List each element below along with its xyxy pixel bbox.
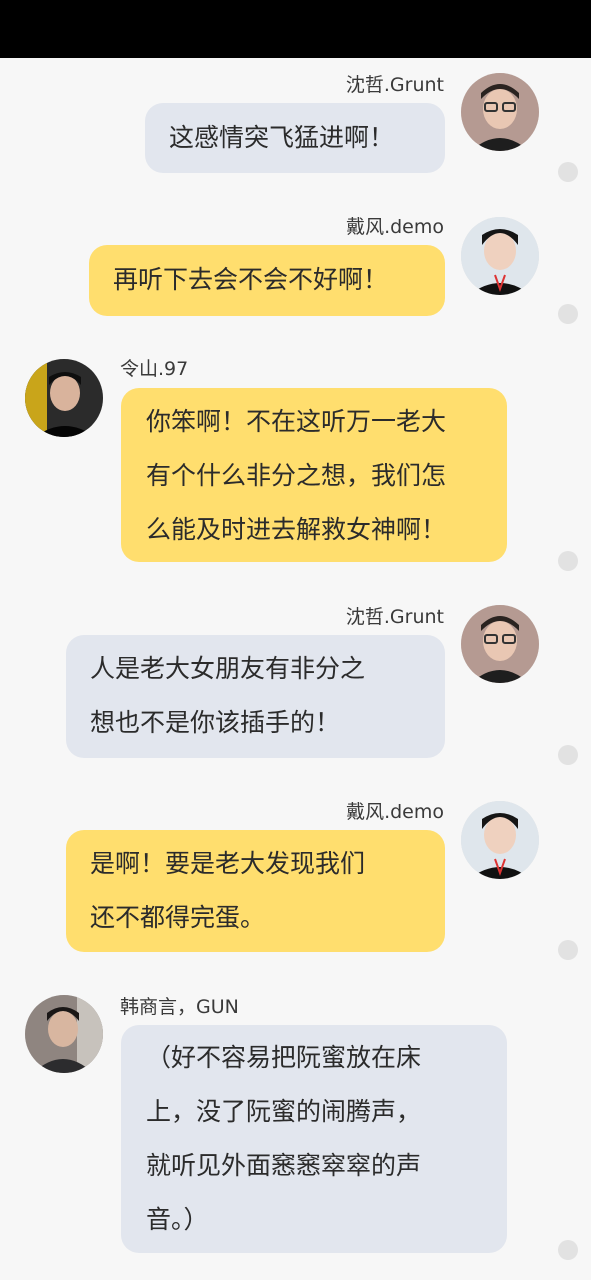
message-select-dot[interactable] xyxy=(558,1240,578,1260)
glasses-boy-avatar-icon xyxy=(461,605,539,683)
message-bubble[interactable]: 再听下去会不会不好啊！ xyxy=(89,245,445,316)
sender-name: 沈哲.Grunt xyxy=(345,74,444,96)
avatar[interactable] xyxy=(461,73,539,151)
message-select-dot[interactable] xyxy=(558,162,578,182)
jacket-boy-avatar-icon xyxy=(25,995,103,1073)
sender-name: 戴风.demo xyxy=(346,801,444,823)
avatar[interactable] xyxy=(461,217,539,295)
message-bubble[interactable]: （好不容易把阮蜜放在床 上，没了阮蜜的闹腾声， 就听见外面窸窸窣窣的声 音。） xyxy=(121,1025,507,1253)
avatar[interactable] xyxy=(461,801,539,879)
message-select-dot[interactable] xyxy=(558,551,578,571)
sender-name: 戴风.demo xyxy=(346,216,444,238)
message-select-dot[interactable] xyxy=(558,304,578,324)
avatar[interactable] xyxy=(25,359,103,437)
glasses-boy-avatar-icon xyxy=(461,73,539,151)
sender-name: 沈哲.Grunt xyxy=(345,606,444,628)
message-bubble[interactable]: 这感情突飞猛进啊！ xyxy=(145,103,445,173)
message-select-dot[interactable] xyxy=(558,745,578,765)
message-bubble[interactable]: 你笨啊！不在这听万一老大 有个什么非分之想，我们怎 么能及时进去解救女神啊！ xyxy=(121,388,507,562)
lanyard-boy-avatar-icon xyxy=(461,217,539,295)
message-bubble[interactable]: 是啊！要是老大发现我们 还不都得完蛋。 xyxy=(66,830,445,952)
dark-boy-avatar-icon xyxy=(25,359,103,437)
message-bubble[interactable]: 人是老大女朋友有非分之 想也不是你该插手的！ xyxy=(66,635,445,758)
message-select-dot[interactable] xyxy=(558,940,578,960)
avatar[interactable] xyxy=(25,995,103,1073)
status-bar xyxy=(0,0,591,58)
sender-name: 韩商言，GUN xyxy=(120,996,239,1018)
sender-name: 令山.97 xyxy=(120,358,189,380)
avatar[interactable] xyxy=(461,605,539,683)
lanyard-boy-avatar-icon xyxy=(461,801,539,879)
